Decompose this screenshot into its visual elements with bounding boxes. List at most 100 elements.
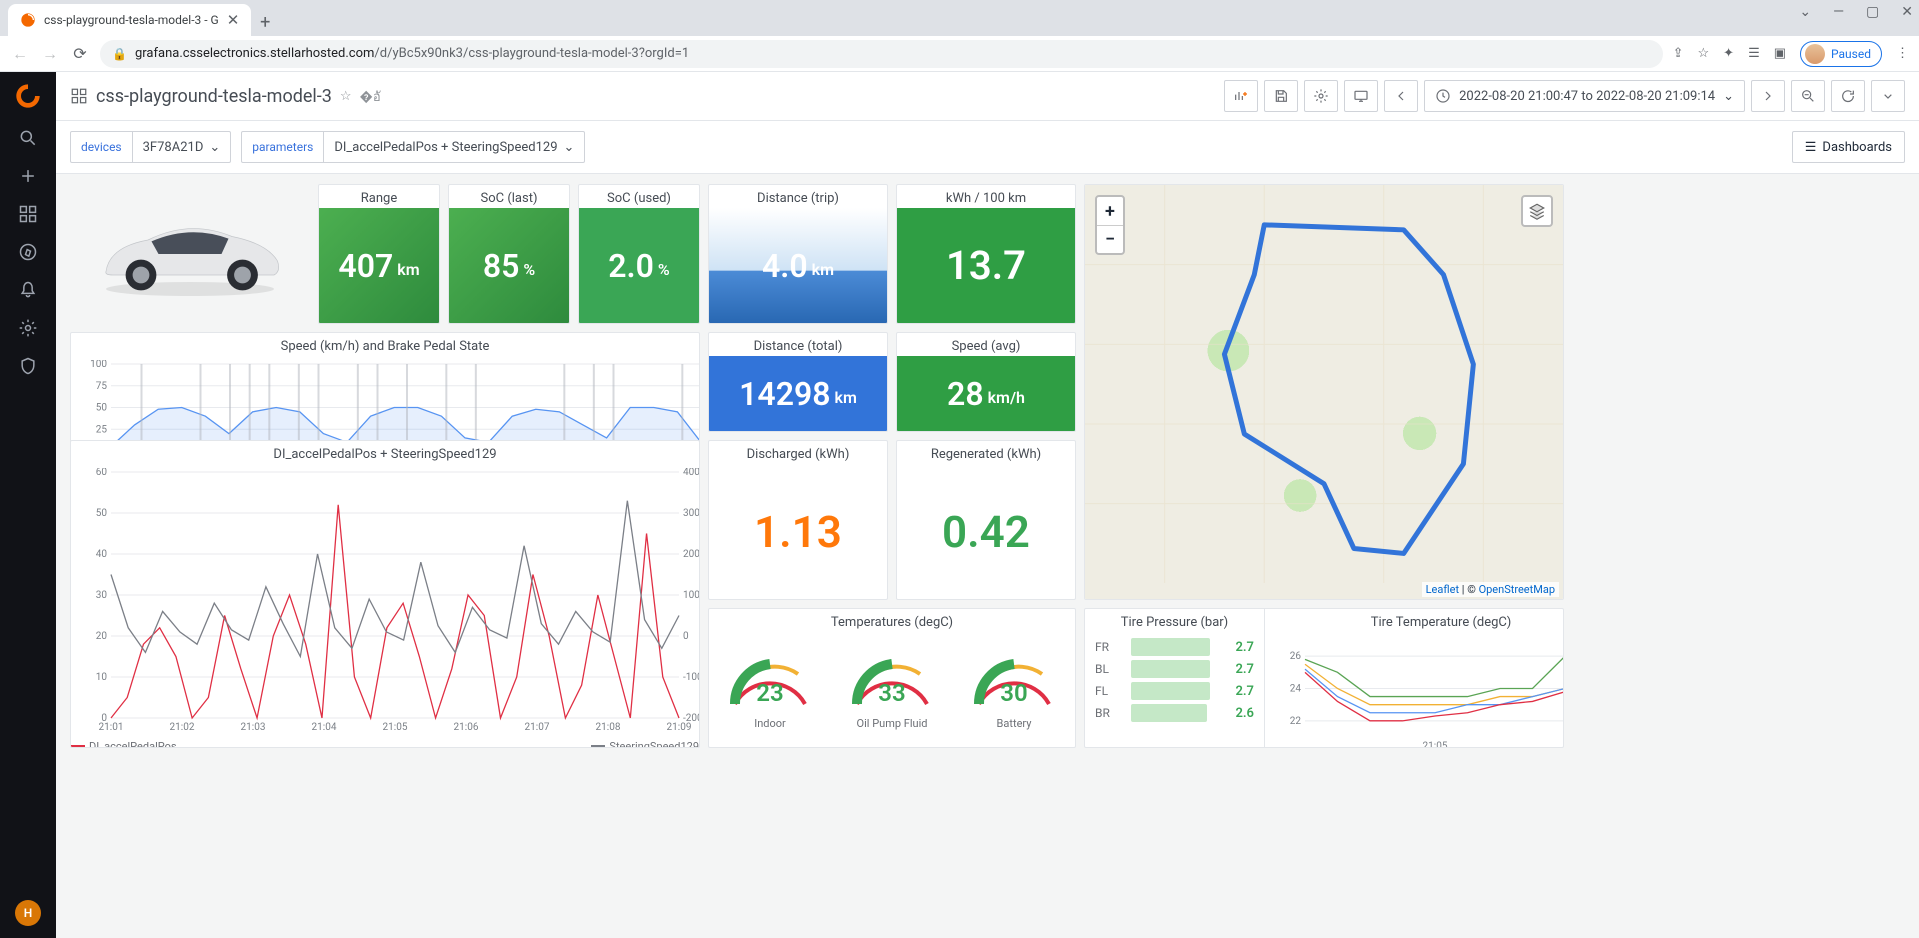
refresh-button[interactable] [1831,80,1865,112]
svg-text:21:02: 21:02 [170,722,195,732]
time-back-button[interactable] [1384,80,1418,112]
window-controls: ⌄ — ▢ ✕ [1799,4,1913,20]
stat-distance-trip[interactable]: Distance (trip) 4.0km [708,184,888,324]
chevron-down-icon: ⌄ [209,140,220,155]
search-icon[interactable] [18,128,38,148]
share-page-icon[interactable]: ⇪ [1673,46,1684,61]
chart-accel-steer[interactable]: DI_accelPedalPos + SteeringSpeed129 0102… [70,440,700,748]
user-avatar[interactable]: H [15,900,41,926]
browser-address-bar: ← → ⟳ 🔒 grafana.csselectronics.stellarho… [0,36,1919,72]
svg-text:10: 10 [96,672,108,683]
stat-distance-total[interactable]: Distance (total) 14298km [708,332,888,432]
url-input[interactable]: 🔒 grafana.csselectronics.stellarhosted.c… [100,40,1663,68]
panel-tire-pressure[interactable]: Tire Pressure (bar) FR 2.7 BL 2.7 FL 2.7… [1085,609,1265,748]
close-window-icon[interactable]: ✕ [1901,4,1913,20]
tire-pressure-row: FR 2.7 [1085,636,1264,658]
time-range-text: 2022-08-20 21:00:47 to 2022-08-20 21:09:… [1459,89,1715,104]
profile-label: Paused [1831,47,1871,61]
reload-icon[interactable]: ⟳ [70,44,90,63]
svg-text:50: 50 [96,508,108,519]
svg-text:60: 60 [96,468,108,478]
svg-text:21:08: 21:08 [596,722,621,732]
svg-text:21:06: 21:06 [454,722,479,732]
add-panel-button[interactable] [1224,80,1258,112]
plus-icon[interactable] [18,166,38,186]
configuration-icon[interactable] [18,318,38,338]
time-range-picker[interactable]: 2022-08-20 21:00:47 to 2022-08-20 21:09:… [1424,80,1745,112]
svg-text:200: 200 [683,549,700,560]
tv-mode-button[interactable] [1344,80,1378,112]
var-devices[interactable]: devices 3F78A21D⌄ [70,131,231,163]
panel-tire-temp[interactable]: Tire Temperature (degC) 22242621:05 — BL… [1265,609,1564,748]
map-layers-icon[interactable] [1521,195,1553,227]
profile-chip[interactable]: Paused [1800,41,1882,67]
svg-text:30: 30 [96,590,108,601]
tire-pressure-row: BR 2.6 [1085,702,1264,724]
favorite-star-icon[interactable]: ☆ [340,89,352,104]
forward-icon[interactable]: → [40,44,60,64]
kebab-menu-icon[interactable]: ⋮ [1896,46,1909,61]
dashboards-link[interactable]: ☰ Dashboards [1792,131,1905,163]
stat-soc-last[interactable]: SoC (last) 85% [448,184,570,324]
back-icon[interactable]: ← [10,44,30,64]
reading-list-icon[interactable]: ☰ [1748,46,1760,61]
panel-temperatures[interactable]: Temperatures (degC) 23 Indoor 33 Oil Pum… [708,608,1076,748]
maximize-icon[interactable]: ▢ [1866,4,1879,20]
page-title: css-playground-tesla-model-3 [96,86,332,107]
map-zoom-in[interactable]: + [1097,197,1123,225]
stat-discharged[interactable]: Discharged (kWh) 1.13 [708,440,888,600]
svg-text:21:09: 21:09 [667,722,692,732]
chevron-down-icon[interactable]: ⌄ [1799,4,1811,20]
svg-text:100: 100 [683,590,700,601]
svg-text:75: 75 [96,381,108,392]
stat-soc-used[interactable]: SoC (used) 2.0% [578,184,700,324]
grafana-logo[interactable] [14,82,42,110]
browser-toolbar-right: ⇪ ☆ ✦ ☰ ▣ Paused ⋮ [1673,41,1909,67]
list-icon: ☰ [1805,140,1817,155]
time-forward-button[interactable] [1751,80,1785,112]
var-parameters[interactable]: parameters DI_accelPedalPos + SteeringSp… [241,131,585,163]
explore-icon[interactable] [18,242,38,262]
svg-text:21:04: 21:04 [312,722,337,732]
svg-text:22: 22 [1290,716,1302,727]
refresh-interval-button[interactable] [1871,80,1905,112]
dashboard-icon[interactable] [70,87,88,105]
tab-close-icon[interactable]: ✕ [227,11,240,29]
svg-text:40: 40 [96,549,108,560]
dashboards-icon[interactable] [18,204,38,224]
leaflet-link[interactable]: Leaflet [1426,583,1459,596]
alerting-icon[interactable] [18,280,38,300]
minimize-icon[interactable]: — [1833,4,1844,20]
extensions-icon[interactable]: ✦ [1723,46,1734,61]
url-host: grafana.csselectronics.stellarhosted.com [135,46,374,61]
svg-text:300: 300 [683,508,700,519]
browser-tab-strip: css-playground-tesla-model-3 - G ✕ + ⌄ —… [0,0,1919,36]
bookmark-star-icon[interactable]: ☆ [1698,46,1710,61]
settings-button[interactable] [1304,80,1338,112]
svg-text:50: 50 [96,403,108,414]
stat-kwh-100km[interactable]: kWh / 100 km 13.7 [896,184,1076,324]
map-panel[interactable]: + − Leaflet | © OpenStreetMap [1084,184,1564,600]
share-icon[interactable]: �อั [360,86,381,107]
avatar [1805,44,1825,64]
dashboard-topbar: css-playground-tesla-model-3 ☆ �อั 2022-… [56,72,1919,121]
osm-link[interactable]: OpenStreetMap [1479,583,1555,596]
svg-text:20: 20 [96,631,108,642]
server-admin-icon[interactable] [18,356,38,376]
svg-text:21:01: 21:01 [99,722,124,732]
save-button[interactable] [1264,80,1298,112]
stat-regenerated[interactable]: Regenerated (kWh) 0.42 [896,440,1076,600]
zoom-out-button[interactable] [1791,80,1825,112]
side-panel-icon[interactable]: ▣ [1774,46,1786,61]
svg-text:21:07: 21:07 [525,722,550,732]
map-zoom-out[interactable]: − [1097,225,1123,253]
browser-tab[interactable]: css-playground-tesla-model-3 - G ✕ [8,4,251,36]
tab-title: css-playground-tesla-model-3 - G [44,13,219,27]
grafana-favicon [20,12,36,28]
stat-speed-avg[interactable]: Speed (avg) 28km/h [896,332,1076,432]
url-path: /d/yBc5x90nk3/css-playground-tesla-model… [374,46,689,61]
stat-range[interactable]: Range 407km [318,184,440,324]
svg-text:400: 400 [683,468,700,478]
new-tab-button[interactable]: + [251,8,279,36]
svg-text:30: 30 [1000,679,1027,707]
